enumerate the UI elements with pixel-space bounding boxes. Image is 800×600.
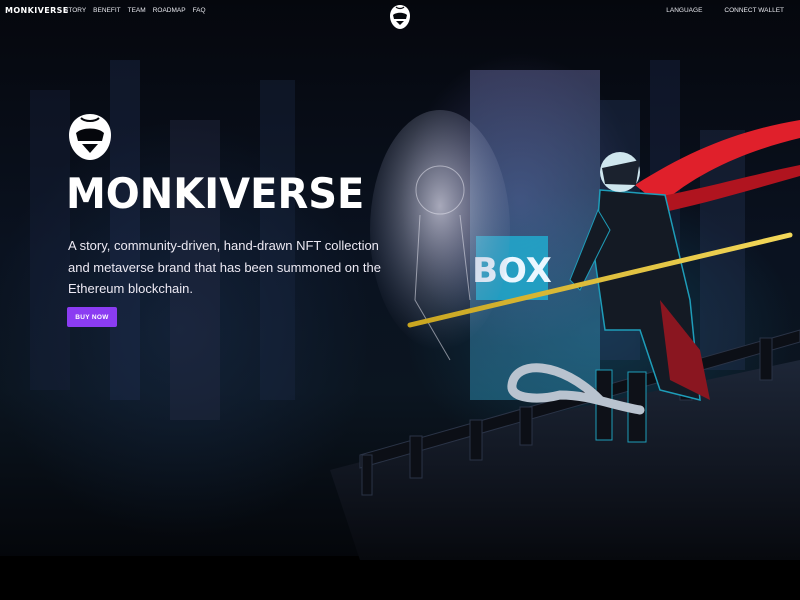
nav-link-benefit[interactable]: BENEFIT [93, 7, 120, 14]
page-bottom-strip [0, 556, 800, 600]
hero-description: A story, community-driven, hand-drawn NF… [68, 238, 381, 296]
nav-right: LANGUAGE CONNECT WALLET [666, 7, 784, 14]
hero-title: MONKIVERSE [66, 170, 365, 219]
nav-link-team[interactable]: TEAM [128, 7, 146, 14]
monkey-head-logo-icon[interactable] [388, 4, 412, 30]
nav-link-roadmap[interactable]: ROADMAP [153, 7, 186, 14]
nav-link-faq[interactable]: FAQ [193, 7, 206, 14]
connect-wallet-button[interactable]: CONNECT WALLET [724, 7, 784, 14]
buy-now-button[interactable]: BUY NOW [67, 307, 117, 327]
nav-links: STORY BENEFIT TEAM ROADMAP FAQ [64, 7, 206, 14]
monkey-head-logo-icon [69, 114, 111, 160]
nav-link-story[interactable]: STORY [64, 7, 86, 14]
top-nav: MONKIVERSE STORY BENEFIT TEAM ROADMAP FA… [0, 0, 800, 29]
hologram-figure [370, 110, 510, 350]
language-button[interactable]: LANGUAGE [666, 7, 702, 14]
brand-wordmark[interactable]: MONKIVERSE [5, 6, 69, 15]
